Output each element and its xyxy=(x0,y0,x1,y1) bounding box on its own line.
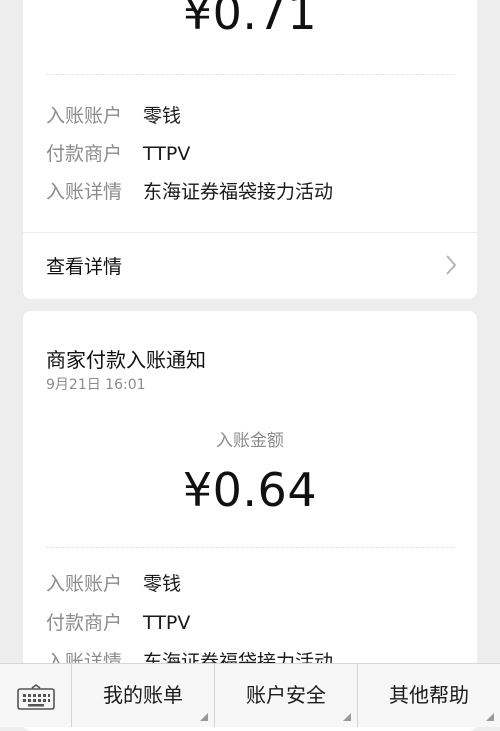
notice-title: 商家付款入账通知 xyxy=(46,348,206,372)
payment-card-1: ¥0.71 入账账户 零钱 付款商户 TTPV 入账详情 东海证券福袋接力活动 查看详… xyxy=(23,0,477,299)
view-details-label: 查看详情 xyxy=(46,256,123,278)
keyboard-icon xyxy=(17,684,55,710)
notice-time: 9月21日 16:01 xyxy=(46,377,146,393)
view-details-link[interactable]: 查看详情 xyxy=(23,233,477,299)
row-label: 付款商户 xyxy=(46,143,123,165)
row-value: 零钱 xyxy=(143,105,182,127)
amount-value: ¥0.71 xyxy=(182,0,318,40)
menu-label: 我的账单 xyxy=(103,683,183,707)
submenu-indicator-icon xyxy=(486,713,494,721)
info-row-account: 入账账户 零钱 xyxy=(46,571,181,597)
amount-label: 入账金额 xyxy=(216,431,284,451)
row-label: 付款商户 xyxy=(46,612,123,634)
chevron-right-icon xyxy=(446,255,457,275)
dashed-divider xyxy=(46,74,454,75)
row-value: TTPV xyxy=(143,143,191,165)
info-row-detail: 入账详情 东海证券福袋接力活动 xyxy=(46,179,333,205)
menu-my-bills[interactable]: 我的账单 xyxy=(72,664,215,727)
row-label: 入账账户 xyxy=(46,105,123,127)
info-row-merchant: 付款商户 TTPV xyxy=(46,610,190,636)
dashed-divider xyxy=(46,547,454,548)
info-row-merchant: 付款商户 TTPV xyxy=(46,141,190,167)
submenu-indicator-icon xyxy=(200,713,208,721)
keyboard-toggle-button[interactable] xyxy=(0,664,72,727)
amount-value: ¥0.64 xyxy=(182,463,318,517)
row-label: 入账详情 xyxy=(46,181,123,203)
row-label: 入账账户 xyxy=(46,573,123,595)
row-value: 东海证券福袋接力活动 xyxy=(143,181,334,203)
menu-label: 账户安全 xyxy=(246,683,326,707)
row-value: TTPV xyxy=(143,612,191,634)
menu-label: 其他帮助 xyxy=(389,683,469,707)
submenu-indicator-icon xyxy=(343,713,351,721)
menu-account-security[interactable]: 账户安全 xyxy=(215,664,358,727)
info-row-account: 入账账户 零钱 xyxy=(46,103,181,129)
menu-other-help[interactable]: 其他帮助 xyxy=(358,664,500,727)
row-value: 零钱 xyxy=(143,573,182,595)
bottom-menu-bar: 我的账单 账户安全 其他帮助 xyxy=(0,663,500,727)
